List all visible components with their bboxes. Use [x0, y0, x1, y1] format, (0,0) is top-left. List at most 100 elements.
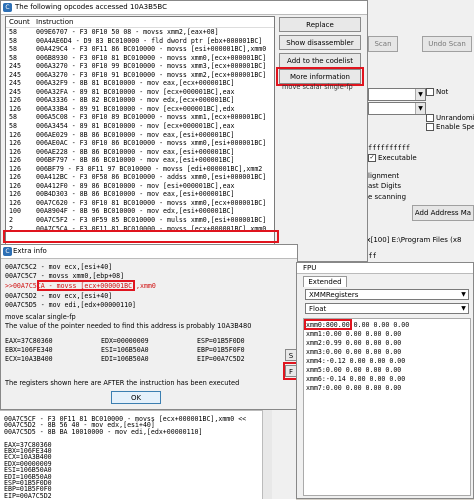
table-row[interactable]: 2 00A7C5CA - F3 0F11 81 BC010000 - movss … [6, 225, 274, 234]
tab-extended[interactable]: Extended [303, 276, 347, 287]
main-window-background: Scan Undo Scan ▼ Not ▼ Unrandomiz Enable… [362, 0, 474, 270]
instruction-cell: 00A7C620 - F3 0F10 81 BC010000 - movss x… [36, 198, 267, 207]
register-ecx: ECX=10A3B400 [5, 355, 53, 363]
table-row[interactable]: 126 006AE228 - 8B 86 BC010000 - mov eax,[… [6, 148, 274, 157]
table-row[interactable]: 58 006A3454 - 89 81 BC010000 - mov [ecx+0… [6, 122, 274, 131]
xmm-row: xmm3:0.00 0.00 0.00 0.00 [306, 348, 402, 356]
scan-type-combo[interactable]: ▼ [368, 88, 426, 101]
table-row[interactable]: 126 006A33B4 - 89 91 BC010000 - mov [ecx+… [6, 105, 274, 114]
table-row[interactable]: 58 006A5C08 - F3 0F10 89 BC010000 - movss… [6, 113, 274, 122]
instruction-cell: 00A412BC - F3 0F58 86 BC010000 - addss x… [36, 173, 267, 182]
count-cell: 126 [9, 139, 21, 148]
combo-value: XMMRegisters [309, 291, 359, 299]
xmm-register-list[interactable]: xmm0:800.00 0.00 0.00 0.00 xmm1:0.00 0.0… [303, 318, 471, 496]
column-count[interactable]: Count [6, 17, 36, 27]
instruction-cell: 006A33B4 - 89 91 BC010000 - mov [ecx+000… [36, 104, 235, 113]
table-row[interactable]: 58 00A429C4 - F3 0F11 86 BC010000 - movss… [6, 45, 274, 54]
code-line: 00A7C5C2 - mov ecx,[esi+40] [5, 263, 113, 271]
xmm-row: xmm6:-0.14 0.00 0.00 0.00 [306, 375, 406, 383]
table-row[interactable]: 126 006A3336 - 8B 82 BC010000 - mov edx,[… [6, 96, 274, 105]
table-row[interactable]: 126 00A412F0 - 89 86 BC010000 - mov [esi+… [6, 182, 274, 191]
instruction-cell: 006B8930 - F3 0F10 81 BC010000 - movss x… [36, 53, 267, 62]
count-cell: 126 [9, 190, 21, 199]
count-cell: 126 [9, 104, 21, 113]
extra-info-dialog: C Extra info 00A7C5C2 - mov ecx,[esi+40]… [0, 244, 299, 410]
table-row[interactable]: 58 009E6707 - F3 0F10 50 08 - movss xmm2,… [6, 28, 274, 37]
instruction-cell: 00A4AE6D4 - D9 83 BC010000 - fld dword p… [36, 36, 263, 45]
table-row[interactable]: 126 006AE029 - 8B 86 BC010000 - mov eax,[… [6, 131, 274, 140]
table-row[interactable]: 58 006B8930 - F3 0F10 81 BC010000 - movss… [6, 54, 274, 63]
pointer-hint: The value of the pointer needed to find … [5, 322, 252, 330]
column-instruction[interactable]: Instruction [36, 17, 274, 27]
not-checkbox[interactable]: Not [426, 88, 448, 96]
show-disassembler-button[interactable]: Show disassembler [279, 35, 361, 50]
instruction-cell: 00A7C5CA - F3 0F11 81 BC010000 - movss [… [36, 224, 267, 233]
table-row[interactable]: 126 00B4D303 - 8B 86 BC010000 - mov eax,[… [6, 190, 274, 199]
code-line-current: >>00A7C5CA - movss [ecx+000001BC],xmm0 [5, 282, 156, 290]
register-edi: EDI=106B50A0 [101, 355, 149, 363]
count-cell: 245 [9, 62, 21, 71]
table-row[interactable]: 100 00A8904F - 8B 96 BC010000 - mov edx,[… [6, 207, 274, 216]
count-cell: 126 [9, 156, 21, 165]
status-line: 8x[100] E:\Program Files (x8 [362, 236, 462, 244]
xmm-row: xmm5:0.00 0.00 0.00 0.00 [306, 366, 402, 374]
count-cell: 126 [9, 147, 21, 156]
count-cell: 58 [9, 113, 17, 122]
count-cell: 245 [9, 87, 21, 96]
register-eax: EAX=37C80360 [5, 337, 53, 345]
more-information-button[interactable]: More information [279, 69, 361, 84]
opcodes-list[interactable]: Count Instruction 58 009E6707 - F3 0F10 5… [5, 16, 275, 264]
register-ebx: EBX=106FE340 [5, 346, 53, 354]
cheat-engine-icon: C [3, 3, 12, 12]
ok-button[interactable]: OK [111, 391, 161, 404]
fill-text: ffffffffff [368, 144, 411, 152]
value-type-combo[interactable]: ▼ [368, 102, 426, 115]
table-row[interactable]: 126 00A412BC - F3 0F58 86 BC010000 - adds… [6, 173, 274, 182]
add-to-codelist-button[interactable]: Add to the codelist [279, 53, 361, 68]
count-cell: 126 [9, 96, 21, 105]
table-row[interactable]: 126 006BF79 - F3 0F11 97 BC010000 - movss… [6, 165, 274, 174]
instruction-cell: 006A3270 - F3 0F10 99 BC010000 - movss x… [36, 62, 267, 71]
table-row[interactable]: 245 006A32FA - 89 81 BC010000 - mov [ecx+… [6, 88, 274, 97]
instruction-cell: 00A8904F - 8B 96 BC010000 - mov edx,[esi… [36, 207, 235, 216]
opcodes-window: C The following opcodes accessed 10A3B5B… [0, 0, 368, 264]
replace-button[interactable]: Replace [279, 17, 361, 32]
display-format-combo[interactable]: Float ▼ [305, 303, 469, 314]
speedhack-checkbox[interactable]: Enable Spe [426, 123, 474, 131]
register-set-combo[interactable]: XMMRegisters ▼ [305, 289, 469, 300]
count-cell: 126 [9, 198, 21, 207]
table-row[interactable]: 2 00A7C5F2 - F3 0F59 85 BC010000 - mulss … [6, 216, 274, 225]
scan-button[interactable]: Scan [368, 36, 398, 52]
count-cell: 100 [9, 207, 21, 216]
table-row[interactable]: 245 006A3270 - F3 0F10 99 BC010000 - movs… [6, 62, 274, 71]
xmm-row: xmm2:0.99 0.00 0.00 0.00 [306, 339, 402, 347]
instruction-cell: 006A32F9 - 8B 81 BC010000 - mov eax,[ecx… [36, 79, 235, 88]
table-row[interactable]: 58 00A4AE6D4 - D9 83 BC010000 - fld dword… [6, 37, 274, 46]
count-cell: 245 [9, 70, 21, 79]
unrandomizer-checkbox[interactable]: Unrandomiz [426, 114, 474, 122]
register-dump: 00A7C5CF - F3 0F11 81 BC010000 - movss [… [0, 410, 296, 500]
undo-scan-button[interactable]: Undo Scan [422, 36, 472, 52]
instruction-cell: 006A32FA - 89 81 BC010000 - mov [ecx+000… [36, 87, 235, 96]
count-cell: 58 [9, 28, 17, 36]
count-cell: 126 [9, 173, 21, 182]
instruction-cell: 00B4D303 - 8B 86 BC010000 - mov eax,[esi… [36, 190, 235, 199]
executable-checkbox[interactable]: ✓ Executable [368, 154, 417, 162]
scanning-label: e scanning [368, 193, 407, 201]
instruction-tooltip: move scalar single-fp [282, 83, 353, 91]
table-row[interactable]: 126 00A7C620 - F3 0F10 81 BC010000 - movs… [6, 199, 274, 208]
count-cell: 126 [9, 164, 21, 173]
table-row[interactable]: 126 006BF797 - 8B 86 BC010000 - mov eax,[… [6, 156, 274, 165]
table-row[interactable]: 245 006A3270 - F3 0F10 91 BC010000 - movs… [6, 71, 274, 80]
table-row[interactable]: 245 006A32F9 - 8B 81 BC010000 - mov eax,[… [6, 79, 274, 88]
window-title: The following opcodes accessed 10A3B5BC [15, 3, 167, 11]
table-row[interactable]: 126 006AE0AC - F3 0F10 86 BC010000 - movs… [6, 139, 274, 148]
chevron-down-icon: ▼ [415, 103, 425, 114]
combo-value: Float [309, 305, 327, 313]
chevron-down-icon: ▼ [461, 291, 466, 298]
xmm-row: xmm7:0.00 0.00 0.00 0.00 [306, 384, 402, 392]
instruction-cell: 006A3270 - F3 0F10 91 BC010000 - movss x… [36, 70, 267, 79]
xmm-row: xmm0:800.00 0.00 0.00 0.00 [306, 321, 410, 329]
register-edx: EDX=00000009 [101, 337, 149, 345]
add-address-button[interactable]: Add Address Ma [412, 205, 474, 221]
